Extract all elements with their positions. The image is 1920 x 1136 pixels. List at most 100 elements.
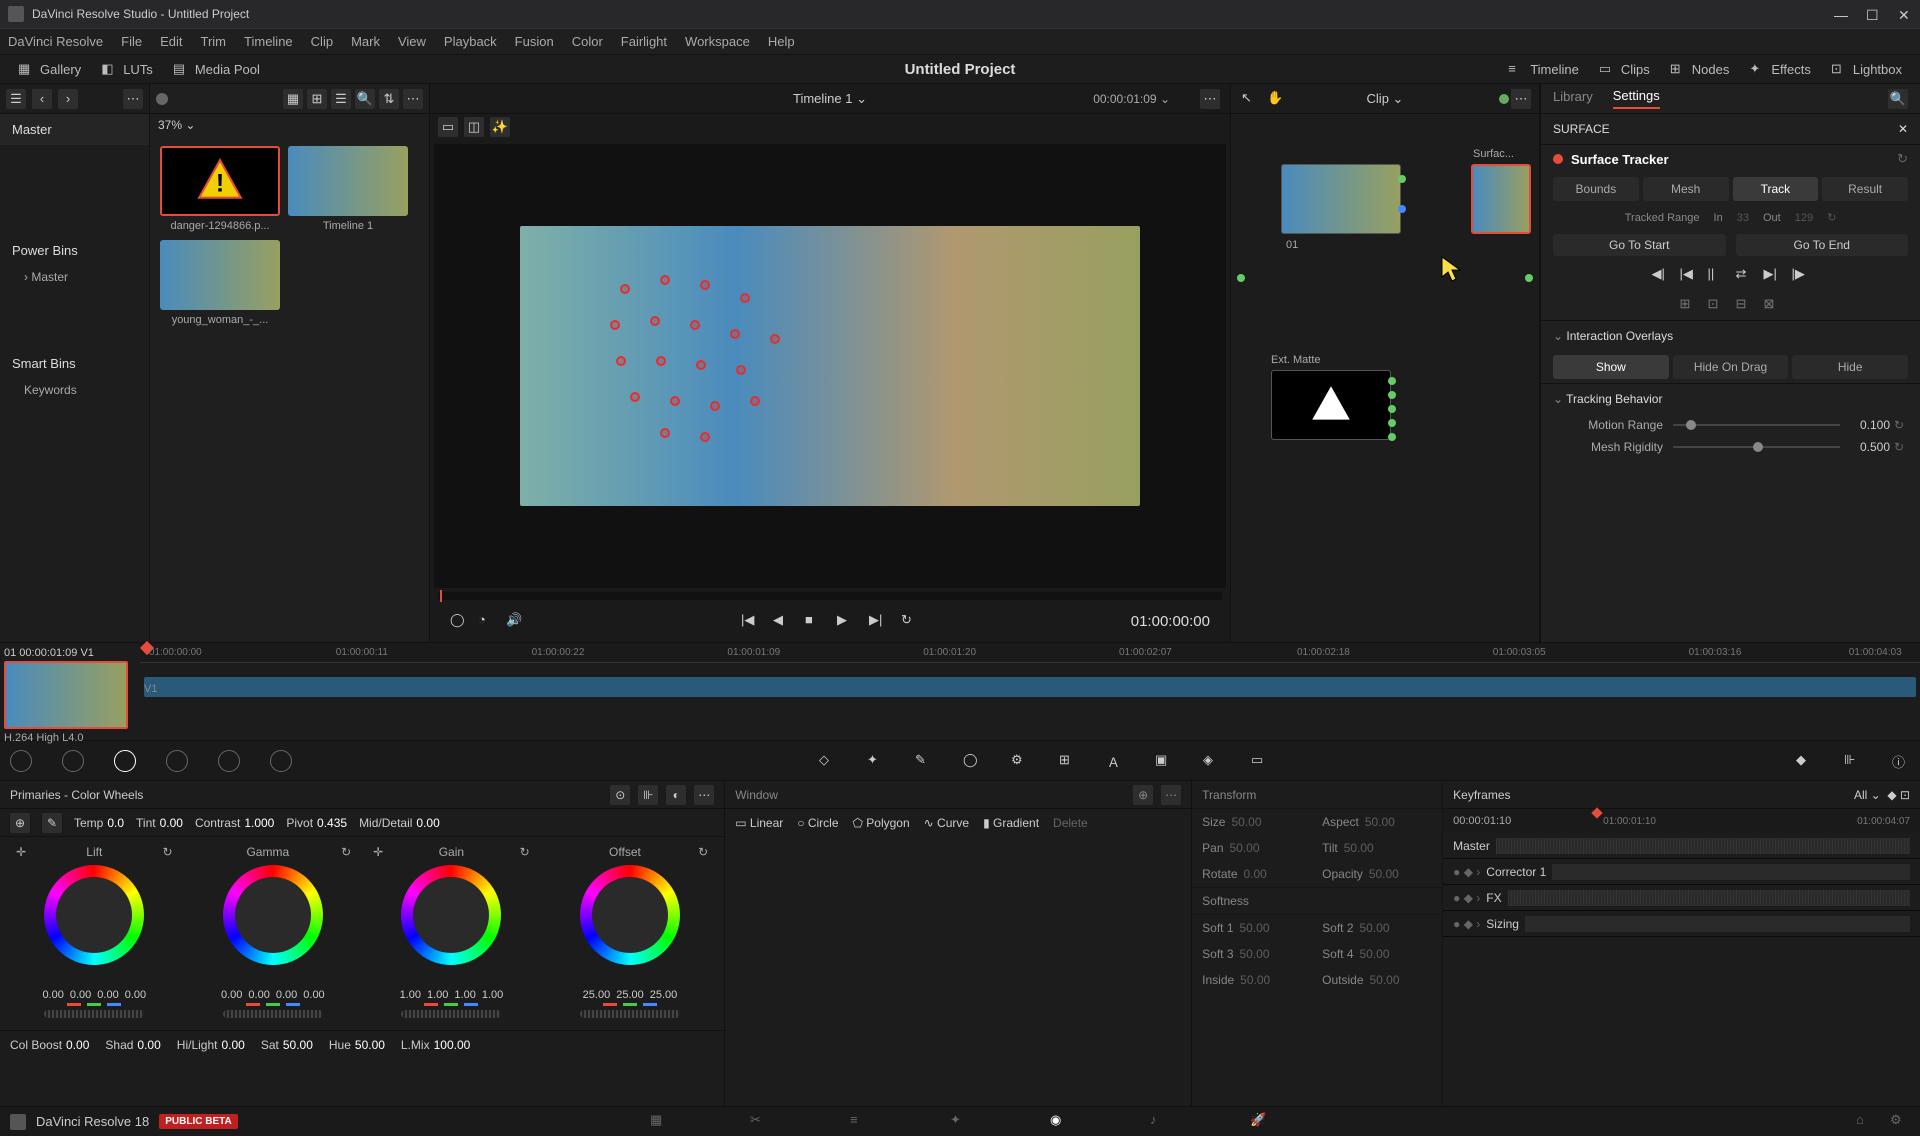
- motion-range-value[interactable]: 0.100: [1840, 418, 1890, 432]
- tracker-tool-icon[interactable]: ✦: [867, 752, 885, 770]
- gain-wheel[interactable]: [401, 865, 501, 965]
- viewer-canvas[interactable]: [434, 144, 1226, 588]
- window-tool-icon[interactable]: ◇: [819, 752, 837, 770]
- menu-fusion[interactable]: Fusion: [515, 34, 554, 49]
- opacity-value[interactable]: 50.00: [1369, 867, 1399, 881]
- scope-tool-icon[interactable]: ◆: [1796, 752, 1814, 770]
- track-tab[interactable]: Track: [1733, 177, 1819, 201]
- tracking-mesh-overlay[interactable]: [600, 266, 800, 446]
- wheels-tool-icon[interactable]: [114, 750, 136, 772]
- soft4-value[interactable]: 50.00: [1360, 947, 1390, 961]
- curve-shape[interactable]: ∿ Curve: [924, 816, 969, 830]
- rigidity-reset-icon[interactable]: ↻: [1890, 440, 1908, 454]
- tilt-value[interactable]: 50.00: [1344, 841, 1374, 855]
- track-tool1-icon[interactable]: ⊞: [1680, 296, 1698, 314]
- library-tab[interactable]: Library: [1553, 89, 1593, 108]
- luts-button[interactable]: ◧LUTs: [91, 61, 163, 77]
- waveform-tool-icon[interactable]: ⊪: [1844, 752, 1862, 770]
- primaries-options-icon[interactable]: ⋯: [694, 785, 714, 805]
- video-track-v1[interactable]: [144, 677, 1916, 697]
- 3d-tool-icon[interactable]: Ａ: [1107, 752, 1125, 770]
- powerbins-header[interactable]: Power Bins: [0, 235, 149, 266]
- node-graph[interactable]: 01 Surfac... Ext. Matte: [1231, 114, 1539, 534]
- gallery-button[interactable]: ▦Gallery: [8, 61, 91, 77]
- surface-search-icon[interactable]: 🔍: [1888, 89, 1908, 109]
- awb-icon[interactable]: ✎: [42, 813, 62, 833]
- menu-clip[interactable]: Clip: [311, 34, 333, 49]
- menu-edit[interactable]: Edit: [160, 34, 182, 49]
- soft3-value[interactable]: 50.00: [1240, 947, 1270, 961]
- track-tool3-icon[interactable]: ⊟: [1736, 296, 1754, 314]
- kf-row-master[interactable]: Master: [1443, 833, 1920, 859]
- size-value[interactable]: 50.00: [1231, 815, 1261, 829]
- smartbins-header[interactable]: Smart Bins: [0, 348, 149, 379]
- clips-button[interactable]: ▭Clips: [1589, 61, 1660, 77]
- hand-icon[interactable]: ✋: [1267, 90, 1285, 108]
- color-page-icon[interactable]: ◉: [1050, 1112, 1070, 1132]
- aspect-value[interactable]: 50.00: [1365, 815, 1395, 829]
- sort-icon[interactable]: ⇅: [379, 89, 399, 109]
- surface-close-icon[interactable]: ✕: [1898, 122, 1908, 136]
- goto-start-button[interactable]: Go To Start: [1553, 234, 1726, 256]
- icon-view-icon[interactable]: ▦: [283, 89, 303, 109]
- tint-value[interactable]: 0.00: [160, 816, 183, 830]
- timeline-button[interactable]: ≡Timeline: [1498, 61, 1589, 77]
- menu-file[interactable]: File: [121, 34, 142, 49]
- inside-value[interactable]: 50.00: [1240, 973, 1270, 987]
- close-button[interactable]: ✕: [1898, 7, 1912, 21]
- graph-output-dot[interactable]: [1525, 274, 1533, 282]
- qualifier-tool-icon[interactable]: [62, 750, 84, 772]
- master-bin[interactable]: Master: [0, 114, 149, 145]
- soft1-value[interactable]: 50.00: [1240, 921, 1270, 935]
- pivot-value[interactable]: 0.435: [317, 816, 347, 830]
- search-icon[interactable]: 🔍: [355, 89, 375, 109]
- key-tool-icon[interactable]: ⚙: [1011, 752, 1029, 770]
- viewer-options-icon[interactable]: ⋯: [1200, 89, 1220, 109]
- stop-button[interactable]: ■: [805, 612, 823, 630]
- timeline-name[interactable]: Timeline 1 ⌄: [793, 91, 867, 107]
- overlays-header[interactable]: Interaction Overlays: [1541, 320, 1920, 351]
- behavior-header[interactable]: Tracking Behavior: [1541, 383, 1920, 414]
- delete-shape[interactable]: Delete: [1053, 816, 1088, 830]
- menu-app[interactable]: DaVinci Resolve: [8, 34, 103, 49]
- overlay-hideondrag-button[interactable]: Hide On Drag: [1673, 355, 1789, 379]
- minimize-button[interactable]: —: [1834, 7, 1848, 21]
- lift-jog[interactable]: [44, 1010, 144, 1018]
- menu-color[interactable]: Color: [572, 34, 603, 49]
- picker-tool-icon[interactable]: ✎: [915, 752, 933, 770]
- gain-reset-icon[interactable]: ↻: [520, 845, 530, 859]
- menu-fairlight[interactable]: Fairlight: [621, 34, 667, 49]
- gradient-shape[interactable]: ▮ Gradient: [983, 816, 1039, 830]
- zoom-level[interactable]: 37% ⌄: [150, 114, 429, 136]
- lightbox-button[interactable]: ⊡Lightbox: [1821, 61, 1912, 77]
- motion-reset-icon[interactable]: ↻: [1890, 418, 1908, 432]
- contrast-value[interactable]: 1.000: [244, 816, 274, 830]
- motion-range-slider[interactable]: [1673, 424, 1840, 426]
- rigidity-value[interactable]: 0.500: [1840, 440, 1890, 454]
- rigidity-slider[interactable]: [1673, 446, 1840, 448]
- track-rev-button[interactable]: |◀: [1680, 266, 1698, 284]
- window-add-icon[interactable]: ⊕: [1133, 785, 1153, 805]
- menu-playback[interactable]: Playback: [444, 34, 497, 49]
- curves-tool-icon[interactable]: [10, 750, 32, 772]
- range-reset-icon[interactable]: ↻: [1827, 211, 1836, 224]
- loop-icon[interactable]: ◯: [450, 612, 468, 630]
- goto-end-button[interactable]: Go To End: [1736, 234, 1909, 256]
- effects-button[interactable]: ✦Effects: [1739, 61, 1821, 77]
- gamma-reset-icon[interactable]: ↻: [341, 845, 351, 859]
- powerbin-master[interactable]: › Master: [0, 266, 149, 288]
- gamma-jog[interactable]: [223, 1010, 323, 1018]
- rotate-value[interactable]: 0.00: [1244, 867, 1267, 881]
- polygon-shape[interactable]: ⬠ Polygon: [853, 816, 910, 830]
- menu-mark[interactable]: Mark: [351, 34, 380, 49]
- bounds-tab[interactable]: Bounds: [1553, 177, 1639, 201]
- track-both-button[interactable]: ⇄: [1736, 266, 1754, 284]
- node-01[interactable]: 01: [1281, 164, 1401, 234]
- clip-thumb-youngwoman[interactable]: young_woman_-_...: [160, 240, 280, 326]
- edit-page-icon[interactable]: ≡: [850, 1112, 870, 1132]
- kf-options-icon[interactable]: ⊡: [1900, 788, 1910, 802]
- cut-page-icon[interactable]: ✂: [750, 1112, 770, 1132]
- window-options-icon[interactable]: ⋯: [1161, 785, 1181, 805]
- next-frame-button[interactable]: ▶|: [869, 612, 887, 630]
- middetail-value[interactable]: 0.00: [416, 816, 439, 830]
